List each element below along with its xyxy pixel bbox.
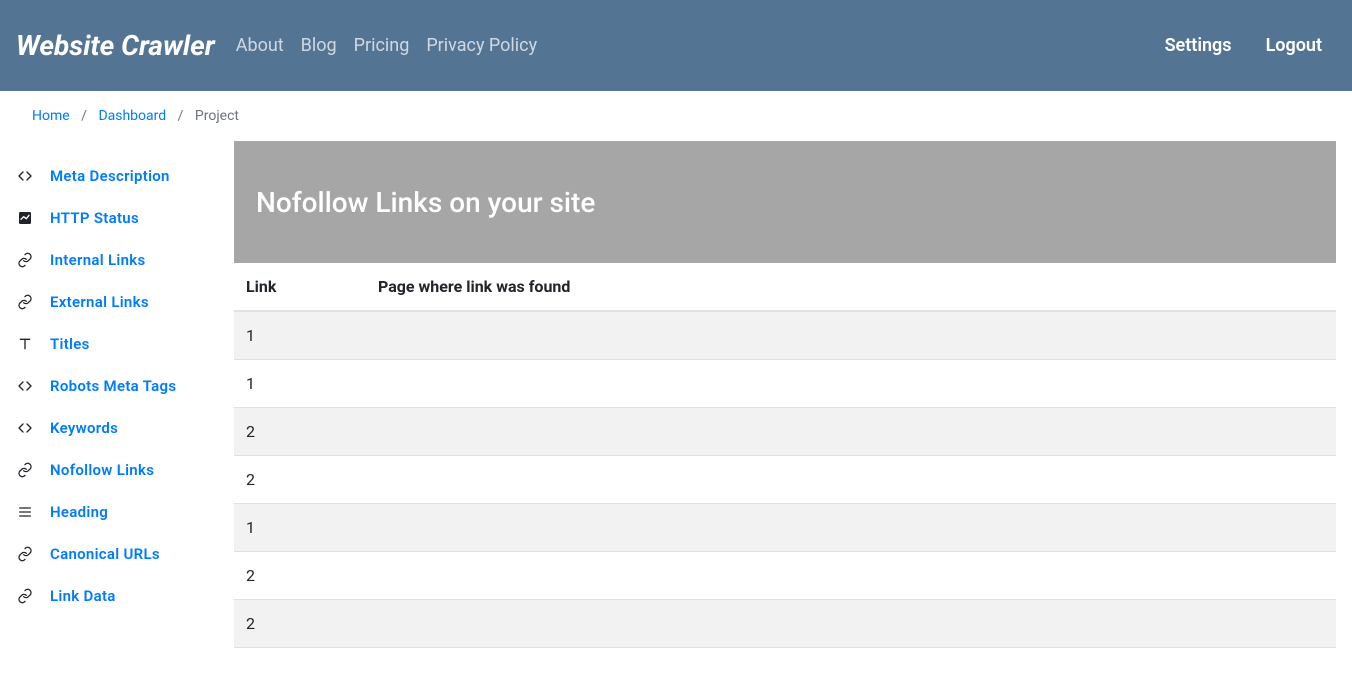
table-row: 2 (234, 456, 1336, 504)
cell-link: 2 (234, 552, 366, 600)
sidebar-item-label: Meta Description (50, 167, 170, 185)
sidebar-item-label: HTTP Status (50, 209, 139, 227)
sidebar-item-robots-meta-tags[interactable]: Robots Meta Tags (16, 365, 210, 407)
sidebar-item-label: Link Data (50, 587, 116, 605)
nav-blog[interactable]: Blog (301, 35, 337, 56)
page-banner: Nofollow Links on your site (234, 141, 1336, 263)
code-icon (16, 167, 34, 185)
sidebar-item-keywords[interactable]: Keywords (16, 407, 210, 449)
main-content: Nofollow Links on your site Link Page wh… (234, 141, 1336, 648)
sidebar-item-canonical-urls[interactable]: Canonical URLs (16, 533, 210, 575)
cell-link: 2 (234, 408, 366, 456)
link-icon (16, 251, 34, 269)
cell-page (366, 600, 1336, 648)
header-left: Website Crawler About Blog Pricing Priva… (16, 29, 537, 62)
cell-link: 1 (234, 311, 366, 360)
page-title: Nofollow Links on your site (256, 186, 595, 219)
breadcrumb: Home / Dashboard / Project (0, 91, 1352, 141)
table-row: 1 (234, 504, 1336, 552)
cell-link: 2 (234, 600, 366, 648)
link-icon (16, 461, 34, 479)
breadcrumb-current: Project (195, 108, 239, 124)
link-icon (16, 545, 34, 563)
header-right: Settings Logout (1165, 35, 1336, 56)
code-icon (16, 377, 34, 395)
nav-about[interactable]: About (236, 35, 284, 56)
table-row: 1 (234, 360, 1336, 408)
sidebar-item-link-data[interactable]: Link Data (16, 575, 210, 617)
cell-page (366, 456, 1336, 504)
breadcrumb-home[interactable]: Home (32, 108, 70, 124)
link-icon (16, 293, 34, 311)
sidebar-item-meta-description[interactable]: Meta Description (16, 155, 210, 197)
nav-pricing[interactable]: Pricing (354, 35, 410, 56)
cell-page (366, 408, 1336, 456)
header-nav: About Blog Pricing Privacy Policy (236, 35, 537, 56)
cell-link: 2 (234, 456, 366, 504)
cell-link: 1 (234, 360, 366, 408)
sidebar-item-label: Robots Meta Tags (50, 377, 176, 395)
col-page: Page where link was found (366, 263, 1336, 311)
sidebar-item-label: Heading (50, 503, 108, 521)
sidebar-item-label: Internal Links (50, 251, 145, 269)
sidebar-item-label: External Links (50, 293, 149, 311)
table-row: 2 (234, 408, 1336, 456)
sidebar-item-label: Titles (50, 335, 90, 353)
sidebar-item-nofollow-links[interactable]: Nofollow Links (16, 449, 210, 491)
list-icon (16, 503, 34, 521)
table-row: 2 (234, 600, 1336, 648)
sidebar-item-label: Keywords (50, 419, 118, 437)
sidebar-item-heading[interactable]: Heading (16, 491, 210, 533)
cell-page (366, 504, 1336, 552)
sidebar-item-label: Canonical URLs (50, 545, 160, 563)
nav-privacy[interactable]: Privacy Policy (426, 35, 537, 56)
sidebar-item-label: Nofollow Links (50, 461, 154, 479)
col-link: Link (234, 263, 366, 311)
breadcrumb-sep: / (81, 108, 87, 124)
code-icon (16, 419, 34, 437)
chart-icon (16, 209, 34, 227)
cell-page (366, 552, 1336, 600)
cell-page (366, 360, 1336, 408)
sidebar-item-internal-links[interactable]: Internal Links (16, 239, 210, 281)
brand-logo[interactable]: Website Crawler (16, 29, 215, 62)
text-icon (16, 335, 34, 353)
sidebar: Meta Description HTTP Status Internal Link… (16, 141, 210, 648)
cell-page (366, 311, 1336, 360)
sidebar-item-http-status[interactable]: HTTP Status (16, 197, 210, 239)
sidebar-item-external-links[interactable]: External Links (16, 281, 210, 323)
cell-link: 1 (234, 504, 366, 552)
link-icon (16, 587, 34, 605)
nofollow-table: Link Page where link was found 1122122 (234, 263, 1336, 648)
breadcrumb-sep: / (178, 108, 184, 124)
breadcrumb-dashboard[interactable]: Dashboard (98, 108, 166, 124)
sidebar-item-titles[interactable]: Titles (16, 323, 210, 365)
table-row: 2 (234, 552, 1336, 600)
settings-link[interactable]: Settings (1165, 35, 1232, 56)
logout-link[interactable]: Logout (1266, 35, 1322, 56)
app-header: Website Crawler About Blog Pricing Priva… (0, 0, 1352, 91)
table-row: 1 (234, 311, 1336, 360)
